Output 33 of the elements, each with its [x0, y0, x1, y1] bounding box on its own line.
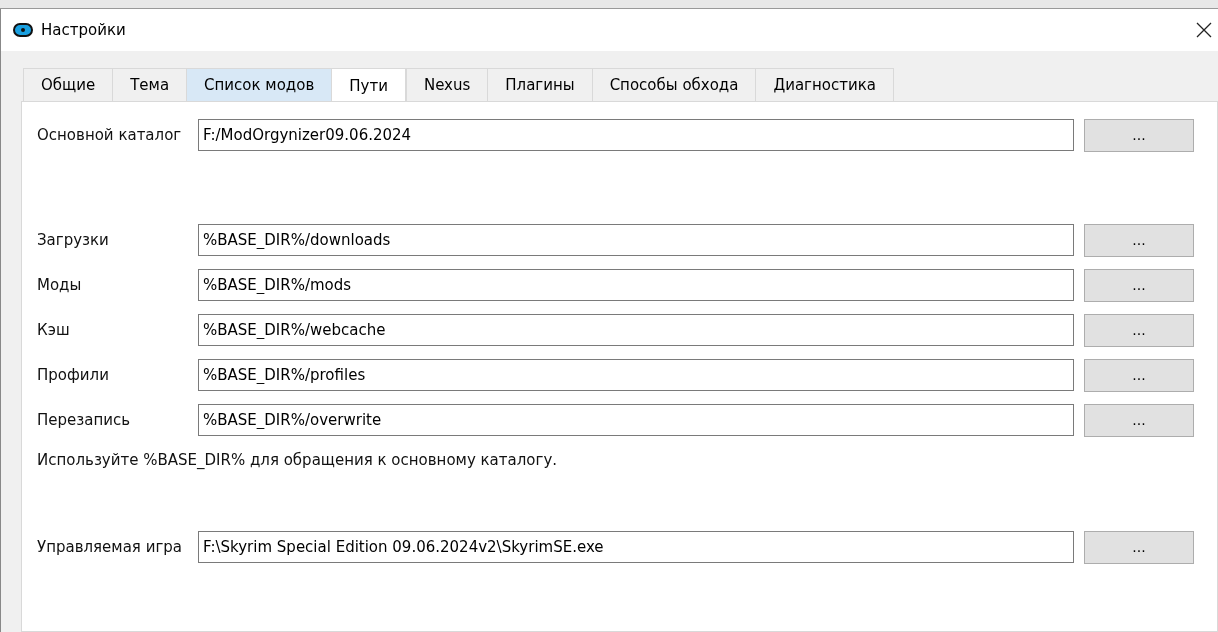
path-field[interactable]: %BASE_DIR%/webcache [198, 314, 1074, 346]
field-label: Профили [37, 366, 110, 384]
browse-button[interactable]: ... [1084, 268, 1194, 302]
field-label: Кэш [37, 321, 71, 339]
field-label: Основной каталог [37, 126, 183, 144]
path-field[interactable]: F:/ModOrgynizer09.06.2024 [198, 119, 1074, 151]
browse-button[interactable]: ... [1084, 358, 1194, 392]
path-field[interactable]: %BASE_DIR%/mods [198, 269, 1074, 301]
field-label: Управляемая игра [37, 538, 183, 556]
tab[interactable]: Список модов [186, 68, 332, 101]
path-field[interactable]: %BASE_DIR%/overwrite [198, 404, 1074, 436]
browse-button[interactable]: ... [1084, 223, 1194, 257]
browse-button[interactable]: ... [1084, 530, 1194, 564]
app-logo-icon [13, 22, 33, 38]
window-title: Настройки [41, 21, 127, 39]
path-field[interactable]: %BASE_DIR%/profiles [198, 359, 1074, 391]
browse-button[interactable]: ... [1084, 403, 1194, 437]
path-field[interactable]: F:\Skyrim Special Edition 09.06.2024v2\SkyrimSE.exe [198, 531, 1074, 563]
path-field[interactable]: %BASE_DIR%/downloads [198, 224, 1074, 256]
tab[interactable]: Тема [112, 68, 187, 101]
hint-text: Используйте %BASE_DIR% для обращения к основному каталогу. [37, 451, 559, 471]
field-label: Загрузки [37, 231, 110, 249]
field-label: Моды [37, 276, 83, 294]
tab[interactable]: Плагины [487, 68, 592, 101]
tab[interactable]: Общие [23, 68, 113, 101]
field-label: Перезапись [37, 411, 132, 429]
tab[interactable]: Пути [331, 68, 406, 102]
tab[interactable]: Nexus [405, 68, 488, 101]
browse-button[interactable]: ... [1084, 313, 1194, 347]
tab[interactable]: Диагностика [755, 68, 894, 101]
tab[interactable]: Способы обхода [591, 68, 756, 101]
close-icon[interactable] [1196, 22, 1212, 38]
browse-button[interactable]: ... [1084, 118, 1194, 152]
